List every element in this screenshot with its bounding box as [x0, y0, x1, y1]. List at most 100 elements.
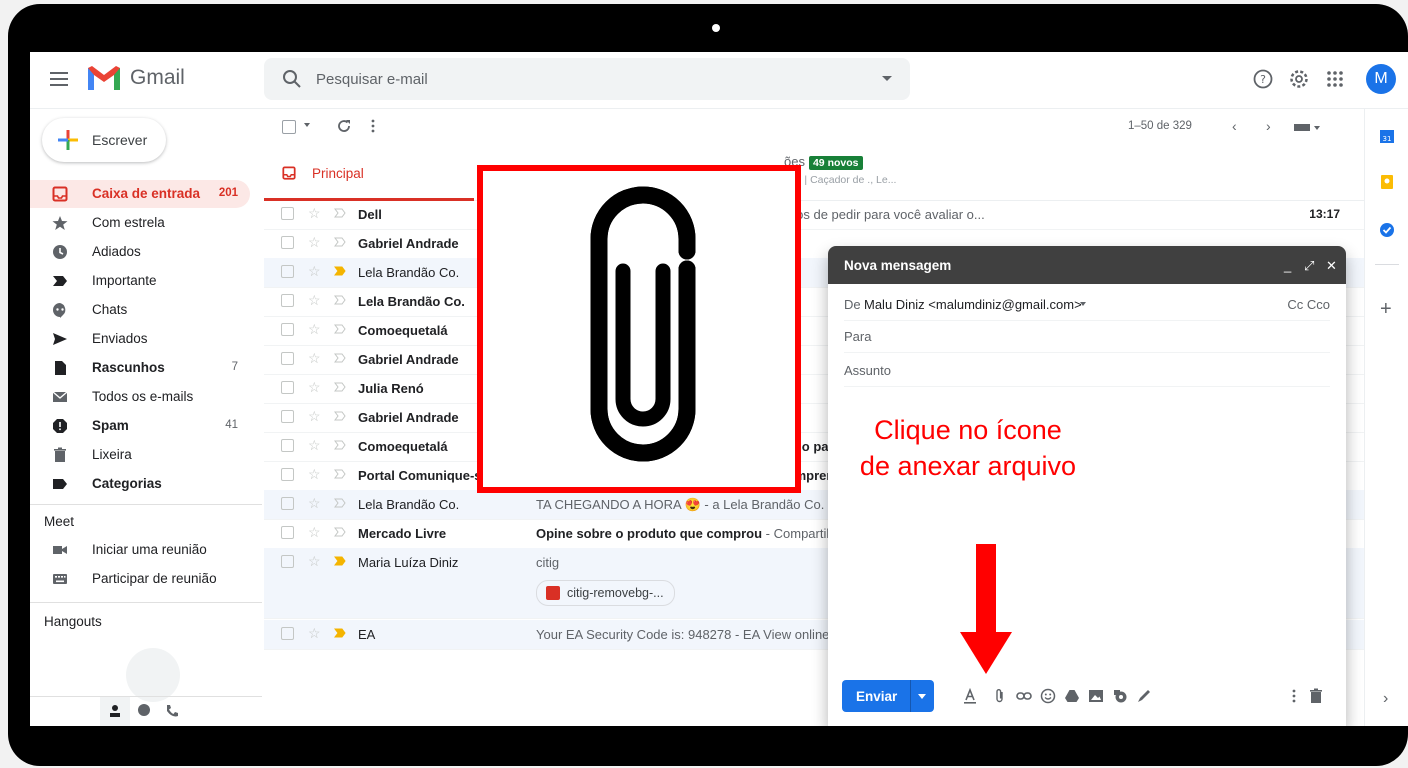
- close-icon[interactable]: ✕: [1326, 258, 1337, 274]
- important-marker-icon[interactable]: [334, 236, 346, 248]
- important-marker-icon[interactable]: [334, 410, 346, 422]
- star-toggle-icon[interactable]: ☆: [308, 466, 321, 483]
- insert-photo-icon[interactable]: [1088, 688, 1104, 704]
- star-toggle-icon[interactable]: ☆: [308, 321, 321, 338]
- help-icon[interactable]: ?: [1252, 68, 1274, 90]
- important-marker-icon[interactable]: [334, 381, 346, 393]
- search-icon[interactable]: [282, 69, 302, 89]
- send-options-icon[interactable]: [918, 694, 926, 699]
- more-vert-icon[interactable]: [370, 118, 376, 134]
- drive-icon[interactable]: [1064, 688, 1080, 704]
- nav-snoozed[interactable]: Adiados: [30, 238, 250, 266]
- person-icon[interactable]: [107, 703, 123, 719]
- star-toggle-icon[interactable]: ☆: [308, 625, 321, 642]
- select-caret-icon[interactable]: [304, 123, 310, 127]
- row-checkbox[interactable]: [281, 497, 294, 510]
- signature-icon[interactable]: [1136, 688, 1152, 704]
- tasks-icon[interactable]: [1379, 222, 1395, 238]
- important-marker-icon[interactable]: [334, 323, 346, 335]
- star-toggle-icon[interactable]: ☆: [308, 524, 321, 541]
- menu-icon[interactable]: [50, 70, 68, 88]
- nav-trash[interactable]: Lixeira: [30, 441, 250, 469]
- row-checkbox[interactable]: [281, 236, 294, 249]
- important-marker-icon[interactable]: [334, 526, 346, 538]
- row-checkbox[interactable]: [281, 352, 294, 365]
- nav-spam[interactable]: Spam 41: [30, 412, 250, 440]
- star-toggle-icon[interactable]: ☆: [308, 495, 321, 512]
- refresh-icon[interactable]: [336, 118, 352, 134]
- nav-sent[interactable]: Enviados: [30, 325, 250, 353]
- row-checkbox[interactable]: [281, 468, 294, 481]
- star-toggle-icon[interactable]: ☆: [308, 205, 321, 222]
- important-marker-icon[interactable]: [334, 207, 346, 219]
- confidential-mode-icon[interactable]: [1112, 688, 1128, 704]
- apps-grid-icon[interactable]: [1324, 68, 1346, 90]
- avatar[interactable]: M: [1366, 64, 1396, 94]
- row-checkbox[interactable]: [281, 323, 294, 336]
- meet-join[interactable]: Participar de reunião: [30, 565, 250, 593]
- next-page-icon[interactable]: ›: [1266, 118, 1271, 134]
- search-options-icon[interactable]: [882, 76, 892, 81]
- nav-all-mail[interactable]: Todos os e-mails: [30, 383, 250, 411]
- minimize-icon[interactable]: _: [1284, 258, 1291, 273]
- row-checkbox[interactable]: [281, 207, 294, 220]
- settings-gear-icon[interactable]: [1288, 68, 1310, 90]
- meet-start[interactable]: Iniciar uma reunião: [30, 536, 250, 564]
- nav-drafts[interactable]: Rascunhos 7: [30, 354, 250, 382]
- to-field[interactable]: Para: [844, 320, 1330, 353]
- formatting-icon[interactable]: [962, 688, 978, 704]
- input-tools-icon[interactable]: [1294, 122, 1322, 132]
- star-toggle-icon[interactable]: ☆: [308, 408, 321, 425]
- tab-principal[interactable]: Principal: [264, 144, 474, 201]
- important-marker-icon[interactable]: [334, 352, 346, 364]
- star-toggle-icon[interactable]: ☆: [308, 350, 321, 367]
- calendar-icon[interactable]: 31: [1379, 128, 1395, 144]
- important-marker-icon[interactable]: [334, 627, 346, 639]
- star-toggle-icon[interactable]: ☆: [308, 379, 321, 396]
- row-checkbox[interactable]: [281, 439, 294, 452]
- subject-field[interactable]: Assunto: [844, 354, 1330, 387]
- important-marker-icon[interactable]: [334, 468, 346, 480]
- cc-bcc-link[interactable]: Cc Cco: [1287, 297, 1330, 312]
- phone-icon[interactable]: [164, 703, 180, 719]
- star-toggle-icon[interactable]: ☆: [308, 263, 321, 280]
- select-all-checkbox[interactable]: [282, 120, 296, 134]
- important-marker-icon[interactable]: [334, 497, 346, 509]
- attach-file-icon[interactable]: [992, 688, 1008, 704]
- hangouts-chat-icon[interactable]: [136, 703, 152, 719]
- important-marker-icon[interactable]: [334, 265, 346, 277]
- discard-draft-icon[interactable]: [1308, 688, 1324, 704]
- fullscreen-icon[interactable]: ⤢: [1304, 258, 1314, 274]
- email-row[interactable]: ☆Dellbrigado por comprar com a gente! Go…: [264, 200, 1364, 230]
- row-checkbox[interactable]: [281, 381, 294, 394]
- nav-chats[interactable]: Chats: [30, 296, 250, 324]
- attachment-chip[interactable]: citig-removebg-...: [536, 580, 675, 606]
- insert-link-icon[interactable]: [1016, 688, 1032, 704]
- nav-categories[interactable]: Categorias: [30, 470, 250, 498]
- important-marker-icon[interactable]: [334, 555, 346, 567]
- nav-important[interactable]: Importante: [30, 267, 250, 295]
- nav-inbox[interactable]: Caixa de entrada 201: [30, 180, 250, 208]
- compose-button[interactable]: Escrever: [42, 118, 166, 162]
- row-checkbox[interactable]: [281, 555, 294, 568]
- row-checkbox[interactable]: [281, 627, 294, 640]
- from-caret-icon[interactable]: [1080, 302, 1086, 306]
- star-toggle-icon[interactable]: ☆: [308, 437, 321, 454]
- send-button[interactable]: Enviar: [842, 680, 934, 712]
- row-checkbox[interactable]: [281, 265, 294, 278]
- expand-panel-icon[interactable]: ›: [1383, 690, 1388, 708]
- more-options-icon[interactable]: [1286, 688, 1302, 704]
- row-checkbox[interactable]: [281, 410, 294, 423]
- important-marker-icon[interactable]: [334, 439, 346, 451]
- star-toggle-icon[interactable]: ☆: [308, 553, 321, 570]
- search-input[interactable]: Pesquisar e-mail: [316, 71, 428, 88]
- search-bar[interactable]: Pesquisar e-mail: [264, 58, 910, 100]
- star-toggle-icon[interactable]: ☆: [308, 234, 321, 251]
- star-toggle-icon[interactable]: ☆: [308, 292, 321, 309]
- from-field[interactable]: De Malu Diniz <malumdiniz@gmail.com> Cc …: [844, 288, 1330, 321]
- important-marker-icon[interactable]: [334, 294, 346, 306]
- nav-starred[interactable]: Com estrela: [30, 209, 250, 237]
- gmail-logo-icon[interactable]: [86, 64, 122, 92]
- emoji-icon[interactable]: [1040, 688, 1056, 704]
- prev-page-icon[interactable]: ‹: [1232, 118, 1237, 134]
